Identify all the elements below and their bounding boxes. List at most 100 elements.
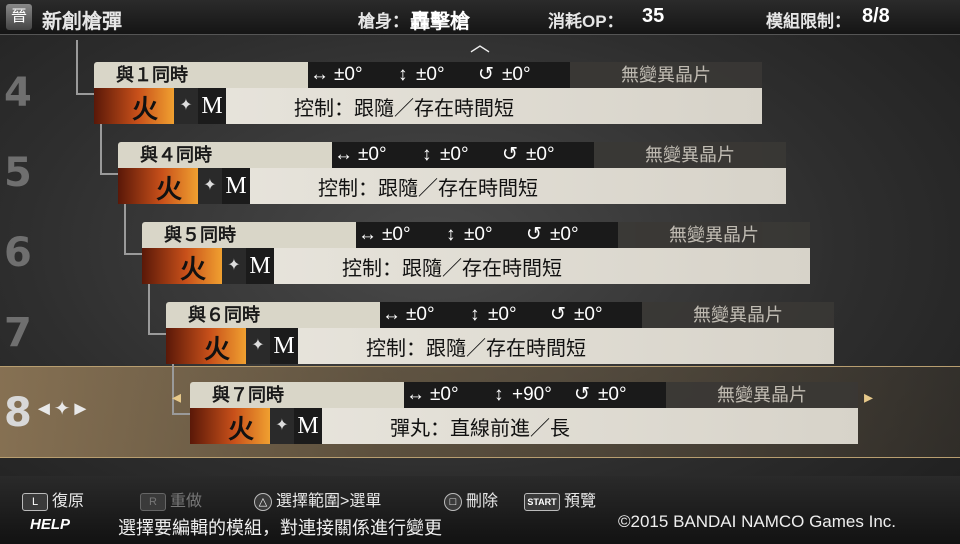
module-size-tag: M: [294, 408, 322, 444]
crystal-status: 無變異晶片: [642, 302, 834, 328]
angle-values: ↔ ±0° ↕ +90° ↺ ±0°: [404, 382, 666, 408]
vertical-angle: ±0°: [440, 144, 469, 165]
start-button-icon: START: [524, 492, 560, 511]
crystal-status: 無變異晶片: [594, 142, 786, 168]
crystal-status: 無變異晶片: [618, 222, 810, 248]
vertical-arrow-icon: ↕: [470, 304, 480, 325]
module-entry[interactable]: 與４同時 ↔ ±0° ↕ ±0° ↺ ±0° 無變異晶片 火 ✦ M 控制：跟隨…: [118, 142, 786, 205]
tree-connector: [76, 40, 78, 94]
tree-connector: [124, 253, 142, 255]
diamond-icon: ✦: [174, 88, 198, 124]
element-glyph: 火: [228, 415, 255, 445]
condition-label: 與７同時: [190, 382, 404, 408]
bullet-editor-icon: 晉: [6, 4, 32, 30]
tree-connector: [172, 413, 190, 415]
help-label: HELP: [30, 516, 71, 533]
condition-label: 與４同時: [118, 142, 332, 168]
square-button-icon: □: [444, 492, 462, 511]
diamond-icon: ✦: [222, 248, 246, 284]
level-number: 5: [4, 150, 32, 196]
element-glyph: 火: [132, 95, 159, 125]
limit-label: 模組限制：: [766, 12, 851, 31]
horizontal-arrow-icon: ↔: [358, 224, 377, 245]
scroll-up-icon[interactable]: ︿: [468, 35, 492, 55]
fire-element-badge: 火: [142, 248, 222, 285]
level-number: 7: [4, 310, 32, 356]
redo-button[interactable]: R 重做: [140, 487, 202, 511]
r-button-icon: R: [140, 492, 166, 511]
angle-values: ↔ ±0° ↕ ±0° ↺ ±0°: [308, 62, 570, 88]
triangle-button-icon: △: [254, 492, 272, 511]
diamond-icon: ✦: [246, 328, 270, 364]
horizontal-arrow-icon: ↔: [310, 64, 329, 85]
vertical-arrow-icon: ↕: [398, 64, 408, 85]
cursor-icon: ◄✦►: [34, 398, 91, 420]
module-description: 控制：跟隨／存在時間短: [342, 258, 562, 280]
select-range-label: 選擇範圍>選單: [276, 493, 382, 510]
horizontal-angle: ±0°: [358, 144, 387, 165]
vertical-angle: ±0°: [464, 224, 493, 245]
l-button-icon: L: [22, 492, 48, 511]
level-number: 6: [4, 230, 32, 276]
module-entry[interactable]: 與５同時 ↔ ±0° ↕ ±0° ↺ ±0° 無變異晶片 火 ✦ M 控制：跟隨…: [142, 222, 810, 285]
horizontal-arrow-icon: ↔: [406, 384, 425, 405]
horizontal-angle: ±0°: [406, 304, 435, 325]
delete-button[interactable]: □ 刪除: [444, 487, 498, 511]
condition-label: 與１同時: [94, 62, 308, 88]
delete-label: 刪除: [466, 493, 499, 510]
cost-value: 35: [642, 5, 665, 27]
module-entry-selected[interactable]: 與７同時 ↔ ±0° ↕ +90° ↺ ±0° 無變異晶片 火 ✦ M 彈丸：直…: [190, 382, 858, 445]
left-arrow-icon[interactable]: ◂: [172, 387, 181, 408]
horizontal-angle: ±0°: [334, 64, 363, 85]
right-arrow-icon[interactable]: ▸: [864, 387, 873, 408]
vertical-angle: ±0°: [416, 64, 445, 85]
crystal-status: 無變異晶片: [570, 62, 762, 88]
element-glyph: 火: [180, 255, 207, 285]
condition-label: 與６同時: [166, 302, 380, 328]
undo-label: 復原: [52, 493, 85, 510]
diamond-icon: ✦: [198, 168, 222, 204]
gun-value: 轟擊槍: [410, 11, 470, 33]
horizontal-angle: ±0°: [430, 384, 459, 405]
module-description: 控制：跟隨／存在時間短: [366, 338, 586, 360]
tree-connector: [100, 122, 102, 174]
horizontal-angle: ±0°: [382, 224, 411, 245]
fire-element-badge: 火: [94, 88, 174, 125]
rotation-angle: ±0°: [502, 64, 531, 85]
module-description: 彈丸：直線前進／長: [390, 418, 570, 440]
rotation-angle: ±0°: [526, 144, 555, 165]
gun-label: 槍身：: [358, 12, 409, 31]
angle-values: ↔ ±0° ↕ ±0° ↺ ±0°: [356, 222, 618, 248]
tree-connector: [100, 173, 118, 175]
fire-element-badge: 火: [190, 408, 270, 445]
preview-button[interactable]: START 預覽: [524, 487, 596, 511]
undo-button[interactable]: L 復原: [22, 487, 84, 511]
diamond-icon: ✦: [270, 408, 294, 444]
tree-connector: [148, 282, 150, 334]
rotation-angle: ±0°: [598, 384, 627, 405]
element-glyph: 火: [204, 335, 231, 365]
rotate-icon: ↺: [502, 144, 518, 165]
module-size-tag: M: [270, 328, 298, 364]
module-entry[interactable]: 與１同時 ↔ ±0° ↕ ±0° ↺ ±0° 無變異晶片 火 ✦ M 控制：跟隨…: [94, 62, 762, 125]
crystal-status: 無變異晶片: [666, 382, 858, 408]
select-range-button[interactable]: △ 選擇範圍>選單: [254, 487, 381, 511]
fire-element-badge: 火: [166, 328, 246, 365]
preview-label: 預覽: [564, 493, 597, 510]
module-description: 控制：跟隨／存在時間短: [294, 98, 514, 120]
tree-connector: [124, 202, 126, 254]
angle-values: ↔ ±0° ↕ ±0° ↺ ±0°: [332, 142, 594, 168]
tree-connector: [76, 93, 94, 95]
cost-label: 消耗OP：: [548, 12, 624, 31]
module-size-tag: M: [246, 248, 274, 284]
redo-label: 重做: [170, 493, 203, 510]
element-glyph: 火: [156, 175, 183, 205]
vertical-arrow-icon: ↕: [422, 144, 432, 165]
module-entry[interactable]: 與６同時 ↔ ±0° ↕ ±0° ↺ ±0° 無變異晶片 火 ✦ M 控制：跟隨…: [166, 302, 834, 365]
rotation-angle: ±0°: [550, 224, 579, 245]
module-size-tag: M: [222, 168, 250, 204]
rotation-angle: ±0°: [574, 304, 603, 325]
page-title: 新創槍彈: [42, 11, 122, 33]
fire-element-badge: 火: [118, 168, 198, 205]
module-description: 控制：跟隨／存在時間短: [318, 178, 538, 200]
